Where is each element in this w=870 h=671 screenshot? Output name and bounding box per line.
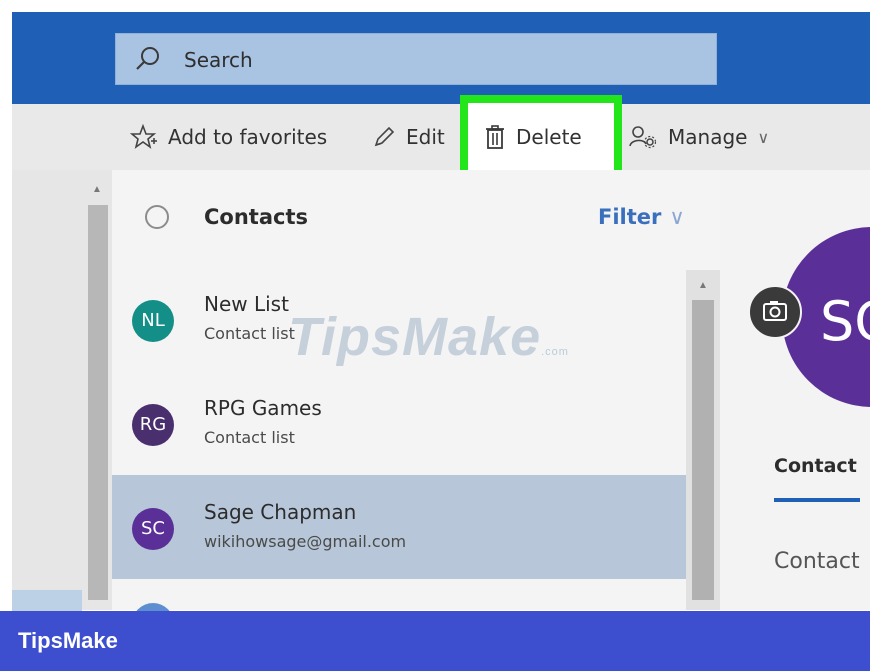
contact-subtitle: Contact list <box>204 428 295 447</box>
chevron-down-icon: ∨ <box>669 205 685 229</box>
filter-label: Filter <box>598 205 662 229</box>
contact-name: RPG Games <box>204 396 322 420</box>
list-item[interactable]: RG RPG Games Contact list <box>112 371 686 475</box>
scroll-up-arrow-icon[interactable]: ▲ <box>92 184 102 195</box>
manage-people-icon <box>629 126 657 149</box>
nav-scrollbar-thumb[interactable] <box>88 205 108 600</box>
avatar <box>132 603 174 611</box>
search-placeholder: Search <box>184 48 253 72</box>
change-photo-button[interactable] <box>748 285 802 339</box>
outlook-people-window: Search Add to favorites Edit Delete Mana… <box>0 0 870 671</box>
list-item-partial[interactable] <box>112 579 686 611</box>
star-add-icon <box>130 124 157 149</box>
scroll-up-arrow-icon[interactable]: ▲ <box>698 280 708 291</box>
bottom-banner: TipsMake <box>0 611 870 671</box>
manage-dropdown[interactable]: Manage ∨ <box>628 104 769 170</box>
avatar: RG <box>132 404 174 446</box>
watermark-logo: TipsMake.com <box>288 307 569 367</box>
active-tab-indicator <box>774 498 860 502</box>
avatar: SC <box>132 508 174 550</box>
camera-icon <box>763 301 787 321</box>
add-to-favorites-button[interactable]: Add to favorites <box>130 104 327 170</box>
search-box[interactable]: Search <box>115 33 717 85</box>
contacts-scrollbar-thumb[interactable] <box>692 300 714 600</box>
contact-email: wikihowsage@gmail.com <box>204 532 407 551</box>
contact-subtitle: Contact list <box>204 324 295 343</box>
pencil-icon <box>374 126 395 147</box>
edit-button[interactable]: Edit <box>372 104 445 170</box>
top-bar: Search <box>12 12 870 104</box>
contact-photo-initials: SC <box>820 290 870 353</box>
tab-contact[interactable]: Contact <box>774 455 857 477</box>
search-icon <box>136 47 159 70</box>
contact-name: Sage Chapman <box>204 500 357 524</box>
add-to-favorites-label: Add to favorites <box>168 125 328 149</box>
trash-icon <box>486 125 504 149</box>
list-item-selected[interactable]: SC Sage Chapman wikihowsage@gmail.com <box>112 475 686 579</box>
banner-brand: TipsMake <box>18 628 118 653</box>
contact-name: New List <box>204 292 289 316</box>
edit-label: Edit <box>406 125 445 149</box>
manage-label: Manage <box>668 125 748 149</box>
contacts-scrollbar[interactable]: ▲ <box>686 270 720 610</box>
select-all-checkbox[interactable] <box>145 205 169 229</box>
contact-section-heading: Contact <box>774 549 860 574</box>
left-edge <box>0 0 12 671</box>
delete-button[interactable]: Delete <box>484 104 582 170</box>
contacts-title: Contacts <box>204 205 308 229</box>
filter-button[interactable]: Filter ∨ <box>598 205 685 229</box>
delete-label: Delete <box>516 125 582 149</box>
nav-scrollbar[interactable]: ▲ <box>82 170 112 610</box>
nav-selection-strip <box>12 590 82 611</box>
chevron-down-icon: ∨ <box>757 127 770 147</box>
avatar: NL <box>132 300 174 342</box>
